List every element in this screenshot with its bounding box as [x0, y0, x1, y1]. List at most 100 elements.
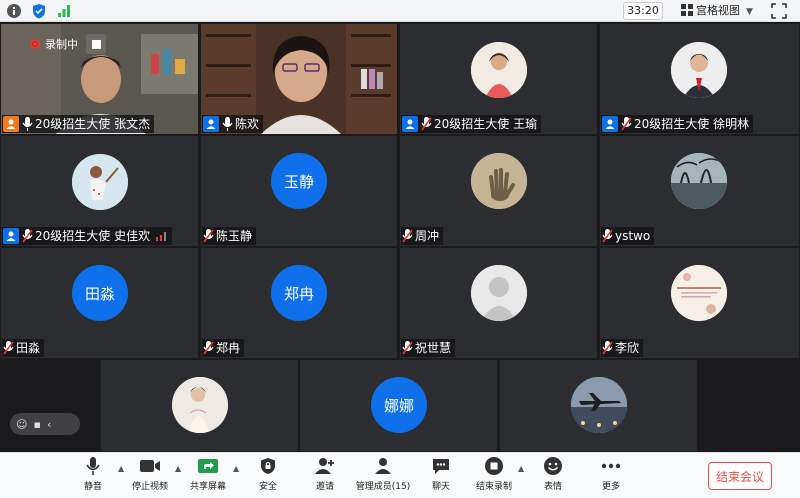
- participant-avatar: [671, 153, 727, 209]
- reactions-button[interactable]: 表情: [540, 456, 566, 496]
- record-options-chevron-icon[interactable]: ▲: [518, 464, 524, 473]
- participant-name-tag: 20级招生大使 史佳欢: [2, 227, 173, 245]
- participant-tile[interactable]: [101, 360, 298, 451]
- security-button[interactable]: 安全: [256, 456, 280, 496]
- emoji-icon[interactable]: ☺: [16, 418, 27, 431]
- shield-icon[interactable]: [31, 3, 47, 19]
- chevron-down-icon: ▼: [746, 7, 753, 17]
- meeting-toolbar: 静音 ▲ 停止视频 ▲ 共享屏幕 ▲ 安全 邀请 管理成员(15) 聊天 结束录…: [0, 452, 800, 498]
- more-dots-icon: [601, 463, 621, 469]
- participant-tile[interactable]: 李欣: [600, 248, 799, 358]
- signal-strength-icon[interactable]: [56, 3, 72, 19]
- host-badge-icon: [602, 116, 618, 132]
- video-options-chevron-icon[interactable]: ▲: [175, 464, 181, 473]
- participant-tile[interactable]: 录制中 20级招生大使 张文杰: [1, 24, 198, 134]
- video-camera-icon: [140, 460, 160, 472]
- participant-tile[interactable]: 玉静 陈玉静: [201, 136, 397, 246]
- share-screen-icon: [198, 459, 218, 473]
- chat-label: 聊天: [431, 482, 450, 492]
- manage-members-button[interactable]: 管理成员(15): [354, 456, 412, 496]
- participant-tile[interactable]: 周冲: [400, 136, 597, 246]
- share-screen-button[interactable]: 共享屏幕: [186, 456, 230, 496]
- floating-reactions-bar: ☺ ▪ ‹: [10, 413, 80, 435]
- recording-dot-icon: [30, 39, 40, 49]
- participant-name: 陈欢: [235, 117, 260, 131]
- chat-bubble-icon[interactable]: ▪: [33, 418, 40, 431]
- end-meeting-button[interactable]: 结束会议: [708, 462, 772, 490]
- security-label: 安全: [258, 482, 277, 492]
- video-grid: 录制中 20级招生大使 张文杰 陈欢 20级招生大使 王瑜 20级招生大使 徐明…: [0, 23, 800, 451]
- invite-label: 邀请: [315, 482, 334, 492]
- participant-name-tag: 周冲: [401, 227, 444, 245]
- participant-tile[interactable]: 陈欢: [201, 24, 397, 134]
- participant-name: 20级招生大使 王瑜: [434, 117, 538, 131]
- muted-microphone-icon: [602, 341, 613, 355]
- muted-microphone-icon: [621, 117, 632, 131]
- participant-name-tag: 20级招生大使 徐明林: [601, 115, 754, 133]
- participant-name-tag: 郑冉: [202, 339, 245, 357]
- share-screen-label: 共享屏幕: [189, 482, 226, 492]
- participant-name: 20级招生大使 徐明林: [634, 117, 750, 131]
- participant-name: ystwo: [615, 229, 651, 243]
- stop-record-icon: [485, 457, 503, 475]
- participant-tile[interactable]: ystwo: [600, 136, 799, 246]
- participant-tile[interactable]: 郑冉 郑冉: [201, 248, 397, 358]
- participant-tile[interactable]: 娜娜: [300, 360, 497, 451]
- participant-name-tag: 李欣: [601, 339, 644, 357]
- participant-name-tag: 20级招生大使 张文杰: [2, 115, 155, 133]
- mute-label: 静音: [83, 482, 102, 492]
- participant-tile[interactable]: [500, 360, 697, 451]
- stop-video-button[interactable]: 停止视频: [128, 456, 172, 496]
- info-icon[interactable]: [6, 3, 22, 19]
- grid-icon: [681, 4, 693, 16]
- participant-avatar: [671, 42, 727, 98]
- participant-name-tag: 20级招生大使 王瑜: [401, 115, 542, 133]
- participant-tile[interactable]: 祝世慧: [400, 248, 597, 358]
- end-recording-button[interactable]: 结束录制: [474, 456, 514, 496]
- muted-microphone-icon: [602, 229, 613, 243]
- participant-tile[interactable]: 20级招生大使 史佳欢: [1, 136, 198, 246]
- share-options-chevron-icon[interactable]: ▲: [233, 464, 239, 473]
- chat-button[interactable]: 聊天: [428, 456, 454, 496]
- participant-name-tag: ystwo: [601, 227, 655, 245]
- grid-view-dropdown[interactable]: 宫格视图 ▼: [681, 2, 753, 20]
- stop-video-label: 停止视频: [131, 482, 168, 492]
- chat-icon: [433, 459, 449, 474]
- shield-icon: [261, 458, 275, 474]
- participant-tile[interactable]: 20级招生大使 王瑜: [400, 24, 597, 134]
- participant-avatar: [471, 42, 527, 98]
- participant-name-tag: 田淼: [2, 339, 45, 357]
- more-button[interactable]: 更多: [598, 456, 624, 496]
- muted-microphone-icon: [22, 229, 33, 243]
- mute-options-chevron-icon[interactable]: ▲: [118, 464, 124, 473]
- smiley-icon: [544, 457, 562, 475]
- invite-button[interactable]: 邀请: [312, 456, 338, 496]
- end-recording-label: 结束录制: [475, 482, 512, 492]
- participant-name: 陈玉静: [216, 229, 253, 243]
- manage-members-label: 管理成员(15): [355, 482, 411, 492]
- participant-name: 李欣: [615, 341, 640, 355]
- mute-button[interactable]: 静音: [80, 456, 106, 496]
- microphone-icon: [222, 117, 233, 131]
- weak-connection-icon: [156, 232, 167, 241]
- participant-avatar: [671, 265, 727, 321]
- participant-avatar: 玉静: [271, 153, 327, 209]
- muted-microphone-icon: [421, 117, 432, 131]
- participant-avatar: [471, 153, 527, 209]
- participants-icon: [375, 458, 391, 474]
- participant-name: 20级招生大使 史佳欢: [35, 229, 151, 243]
- participant-tile[interactable]: 田淼 田淼: [1, 248, 198, 358]
- stop-recording-button[interactable]: [86, 34, 106, 54]
- host-badge-icon: [203, 116, 219, 132]
- host-badge-icon: [3, 228, 19, 244]
- participant-tile[interactable]: 20级招生大使 徐明林: [600, 24, 799, 134]
- muted-microphone-icon: [203, 229, 214, 243]
- collapse-chevron-icon[interactable]: ‹: [47, 418, 51, 431]
- muted-microphone-icon: [203, 341, 214, 355]
- fullscreen-icon[interactable]: [771, 3, 787, 19]
- recording-indicator: 录制中: [30, 34, 106, 54]
- participant-name: 田淼: [16, 341, 41, 355]
- muted-microphone-icon: [3, 341, 14, 355]
- muted-microphone-icon: [402, 229, 413, 243]
- more-label: 更多: [601, 482, 620, 492]
